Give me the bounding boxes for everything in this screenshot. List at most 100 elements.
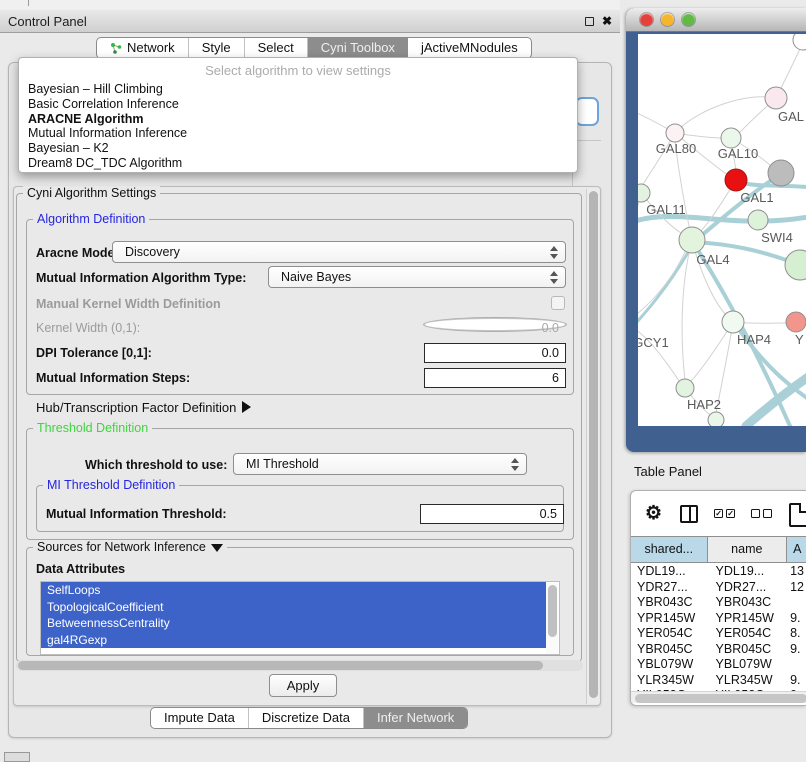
collapse-down-icon [211,544,223,552]
network-node[interactable] [725,169,747,191]
table-cell: YER054C [708,626,788,642]
table-cell: YPR145W [631,611,708,627]
dpi-tolerance-field[interactable]: 0.0 [424,343,566,363]
manual-kernel-checkbox[interactable] [551,296,565,310]
table-cell: YBL079W [631,657,708,673]
table-cell: YLR345W [708,673,788,689]
column-header-name[interactable]: name [708,537,788,562]
network-node[interactable] [666,124,684,142]
tab-network[interactable]: Network [97,38,189,58]
cyni-algorithm-settings-title: Cyni Algorithm Settings [23,186,160,200]
network-node-label: GAL80 [656,141,696,156]
tab-jactivemnodules[interactable]: jActiveMNodules [408,38,531,58]
network-node[interactable] [708,412,724,426]
tab-discretize-data-label: Discretize Data [262,708,350,728]
network-node-label: HAP4 [737,332,771,347]
mac-minimize-button[interactable] [661,13,674,26]
table-cell: YLR345W [631,673,708,689]
table-row[interactable]: YPR145WYPR145W9. [631,611,806,627]
table-row[interactable]: YDL19...YDL19...13 [631,564,806,580]
network-node[interactable] [765,87,787,109]
deselect-checkboxes-icon[interactable] [751,509,772,518]
mac-zoom-button[interactable] [682,13,695,26]
attribute-list-item[interactable]: SelfLoops [41,582,546,599]
mi-type-combo[interactable]: Naive Bayes [268,266,566,288]
attribute-list-item[interactable]: BetweennessCentrality [41,615,546,632]
select-all-checkboxes-icon[interactable]: ✓✓ [714,509,735,518]
network-node-label: GAL4 [696,252,729,267]
network-view-window: GALGAL80GAL10GAL1GAL11SWI4GAL4GCY1HAP4YH… [626,8,806,452]
tab-select[interactable]: Select [245,38,308,58]
tab-impute-data[interactable]: Impute Data [151,708,249,728]
clipped-corner-widget [4,752,30,762]
table-row[interactable]: YLR345WYLR345W9. [631,673,806,689]
data-attributes-list[interactable]: SelfLoopsTopologicalCoefficientBetweenne… [40,581,560,655]
network-canvas[interactable]: GALGAL80GAL10GAL1GAL11SWI4GAL4GCY1HAP4YH… [638,34,806,426]
table-cell: YPR145W [708,611,788,627]
network-node[interactable] [793,34,806,50]
tab-cyni-toolbox[interactable]: Cyni Toolbox [308,38,408,58]
network-node[interactable] [786,312,806,332]
tab-impute-data-label: Impute Data [164,708,235,728]
network-node[interactable] [785,250,806,280]
apply-button[interactable]: Apply [269,674,337,697]
column-header-clipped[interactable]: A [787,537,806,562]
network-node[interactable] [768,160,794,186]
dropdown-item[interactable]: Basic Correlation Inference [19,97,577,112]
table-row[interactable]: YBL079WYBL079W [631,657,806,673]
table-cell [787,657,806,673]
gear-icon[interactable]: ⚙ [645,502,662,525]
aracne-mode-combo[interactable]: Discovery [112,241,566,263]
expand-right-icon [242,401,251,413]
network-icon [110,42,122,54]
table-row[interactable]: YBR043CYBR043C [631,595,806,611]
network-node[interactable] [638,184,650,202]
network-node[interactable] [676,379,694,397]
column-view-icon[interactable] [680,505,698,523]
column-header-shared-name[interactable]: shared... [631,537,708,562]
network-node-label: GAL10 [718,146,758,161]
table-header-row: shared... name A [631,537,806,563]
table-cell: 13 [787,564,806,580]
which-threshold-value: MI Threshold [246,457,319,471]
table-cell: 8. [787,626,806,642]
dropdown-item[interactable]: ARACNE Algorithm [19,112,577,127]
kernel-width-field[interactable]: 0.0 [424,318,566,331]
settings-vertical-scrollbar[interactable] [586,189,599,704]
hub-definition-toggle[interactable]: Hub/Transcription Factor Definition [36,400,251,415]
sources-title[interactable]: Sources for Network Inference [33,540,227,554]
network-window-titlebar[interactable] [626,8,806,32]
network-node[interactable] [748,210,768,230]
tab-discretize-data[interactable]: Discretize Data [249,708,364,728]
network-node[interactable] [722,311,744,333]
attribute-list-item[interactable]: gal4RGexp [41,632,546,649]
mi-threshold-field[interactable]: 0.5 [420,504,564,524]
mi-steps-field[interactable]: 6 [424,368,566,388]
table-row[interactable]: YER054CYER054C8. [631,626,806,642]
data-attributes-label: Data Attributes [36,562,125,576]
dropdown-item[interactable]: Bayesian – Hill Climbing [19,82,577,97]
dropdown-item[interactable]: Mutual Information Inference [19,126,577,141]
network-node-label: Y [795,332,804,347]
table-horizontal-scrollbar[interactable] [631,691,806,703]
tab-cyni-toolbox-label: Cyni Toolbox [321,38,395,58]
mac-close-button[interactable] [640,13,653,26]
close-icon[interactable]: ✖ [602,15,612,27]
float-window-icon[interactable] [585,17,594,26]
control-panel-titlebar: Control Panel ✖ [0,10,620,33]
attributes-scrollbar[interactable] [546,583,558,654]
table-row[interactable]: YBR045CYBR045C9. [631,642,806,658]
mi-threshold-value: 0.5 [540,507,557,521]
network-edge [675,97,776,133]
table-row[interactable]: YDR27...YDR27...12 [631,580,806,596]
dropdown-item[interactable]: Bayesian – K2 [19,141,577,156]
attribute-list-item[interactable]: TopologicalCoefficient [41,599,546,616]
tab-infer-network[interactable]: Infer Network [364,708,467,728]
network-node[interactable] [721,128,741,148]
which-threshold-combo[interactable]: MI Threshold [233,453,527,475]
file-icon[interactable] [789,503,806,527]
network-node[interactable] [679,227,705,253]
tab-style[interactable]: Style [189,38,245,58]
dropdown-item[interactable]: Dream8 DC_TDC Algorithm [19,156,577,171]
settings-horizontal-scrollbar[interactable] [16,660,583,671]
